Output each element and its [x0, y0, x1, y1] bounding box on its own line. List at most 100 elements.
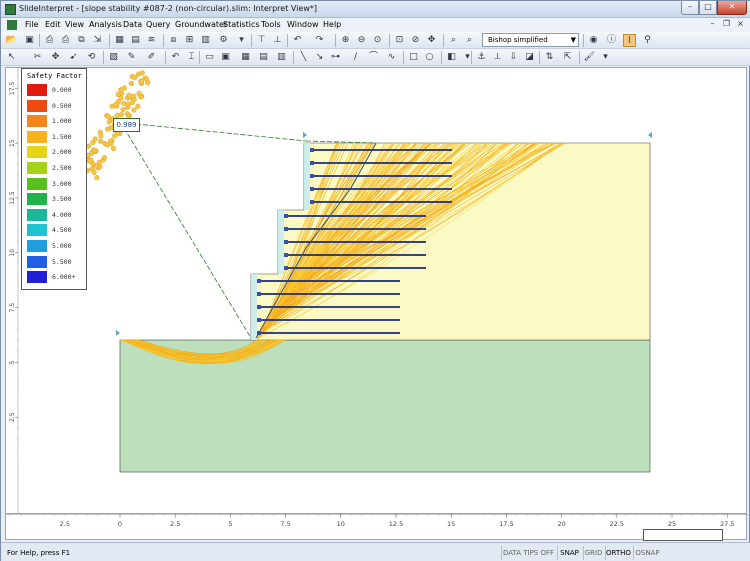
zoom-in-icon[interactable]: ⊕ — [339, 34, 352, 47]
fill-icon[interactable]: ◧ — [445, 51, 458, 64]
zoom-previous-icon[interactable]: ⊘ — [409, 34, 422, 47]
align-bottom-icon[interactable]: ⊥ — [271, 34, 284, 47]
dimension-icon[interactable]: ⊶ — [329, 51, 342, 64]
region-icon[interactable]: ◪ — [523, 51, 536, 64]
table-icon[interactable]: ▥ — [199, 34, 212, 47]
move-icon[interactable]: ✥ — [49, 51, 62, 64]
status-grid-toggle[interactable]: GRID — [583, 546, 603, 560]
menu-edit[interactable]: Edit — [45, 20, 61, 29]
menu-data[interactable]: Data — [123, 20, 142, 29]
legend-entry: 6.000+ — [27, 271, 87, 284]
mdi-minimize-button[interactable]: – — [707, 19, 718, 30]
polyline-icon[interactable]: ∕ — [349, 51, 362, 64]
menu-analysis[interactable]: Analysis — [89, 20, 122, 29]
undo-edit-icon[interactable]: ↶ — [169, 51, 182, 64]
pointer-icon[interactable]: ➹ — [67, 51, 80, 64]
chart-icon[interactable]: ▤ — [129, 34, 142, 47]
flip-icon[interactable]: ⇅ — [543, 51, 556, 64]
open-icon[interactable]: 📂 — [5, 34, 18, 47]
zoom-window-icon[interactable]: ⊡ — [393, 34, 406, 47]
maximize-button[interactable]: □ — [699, 1, 717, 15]
slip-surfaces-icon[interactable]: ⌇ — [623, 34, 636, 47]
mdi-close-button[interactable]: × — [735, 19, 746, 30]
pan-icon[interactable]: ✥ — [425, 34, 438, 47]
query-icon[interactable]: ⌕ — [447, 34, 460, 47]
legend-swatch — [27, 255, 47, 268]
legend-entry: 4.000 — [27, 208, 87, 221]
table-view-icon[interactable]: ▦ — [239, 51, 252, 64]
menu-file[interactable]: File — [25, 20, 38, 29]
menu-statistics[interactable]: Statistics — [223, 20, 260, 29]
load-icon[interactable]: ⇩ — [507, 51, 520, 64]
frame-icon[interactable]: ▭ — [203, 51, 216, 64]
ellipse-icon[interactable]: ○ — [423, 51, 436, 64]
document-icon[interactable] — [7, 20, 17, 30]
rectangle-icon[interactable]: □ — [407, 51, 420, 64]
close-button[interactable]: ✕ — [717, 1, 747, 15]
scissors-icon[interactable]: ✂ — [31, 51, 44, 64]
toolbar-separator — [293, 51, 294, 64]
settings-icon[interactable]: ⚙ — [217, 34, 230, 47]
legend-label: 4.000 — [52, 210, 72, 219]
pen-icon[interactable]: ✐ — [145, 51, 158, 64]
export-image-icon[interactable]: ⇱ — [561, 51, 574, 64]
chevron-down-icon[interactable]: ▾ — [461, 51, 474, 64]
curve-icon[interactable]: ∿ — [385, 51, 398, 64]
properties-icon[interactable]: ⊞ — [183, 34, 196, 47]
drawing-canvas[interactable]: 2.5 5 7.5 10 12.5 15 17.5 Safety Factor … — [5, 67, 747, 514]
arc-icon[interactable]: ⌒ — [367, 51, 380, 64]
anchor-icon[interactable]: ⚓ — [475, 51, 488, 64]
print-icon[interactable]: ⎙ — [59, 34, 72, 47]
menu-query[interactable]: Query — [146, 20, 170, 29]
x-tick-label: 10 — [337, 520, 345, 528]
layers-icon[interactable]: ⧈ — [167, 34, 180, 47]
slip-center — [101, 154, 108, 161]
contour-icon[interactable]: ≋ — [145, 34, 158, 47]
line-icon[interactable]: ╲ — [297, 51, 310, 64]
menu-window[interactable]: Window — [287, 20, 319, 29]
info-icon[interactable]: ⓘ — [605, 34, 618, 47]
chevron-down-icon[interactable]: ▾ — [599, 51, 612, 64]
legend-title: Safety Factor — [27, 72, 82, 80]
align-top-icon[interactable]: ⊤ — [255, 34, 268, 47]
undo-icon[interactable]: ↶ — [291, 34, 304, 47]
edit-icon[interactable]: ✎ — [125, 51, 138, 64]
brush-icon[interactable]: 🖌 — [583, 51, 596, 64]
search-icon[interactable]: ⌕ — [463, 34, 476, 47]
compute-icon[interactable]: ◉ — [587, 34, 600, 47]
zoom-out-icon[interactable]: ⊖ — [355, 34, 368, 47]
menu-groundwater[interactable]: Groundwater — [175, 20, 227, 29]
copy-icon[interactable]: ⧉ — [75, 34, 88, 47]
redo-icon[interactable]: ↷ — [313, 34, 326, 47]
dropdown-icon[interactable]: ▾ — [235, 34, 248, 47]
print-preview-icon[interactable]: ⎙ — [43, 34, 56, 47]
support-icon[interactable]: ⟂ — [491, 51, 504, 64]
minimize-button[interactable]: – — [681, 1, 699, 15]
nail-head — [284, 266, 288, 270]
status-snap-toggle[interactable]: SNAP — [557, 546, 581, 560]
status-data-tips-off-toggle[interactable]: DATA TIPS OFF — [501, 546, 555, 560]
box-icon[interactable]: ▣ — [219, 51, 232, 64]
sheet-icon[interactable]: ▥ — [275, 51, 288, 64]
arrow-icon[interactable]: ↘ — [313, 51, 326, 64]
nail-head — [284, 227, 288, 231]
select-icon[interactable]: ↖ — [5, 51, 18, 64]
grid-icon[interactable]: ▦ — [113, 34, 126, 47]
mdi-restore-button[interactable]: ❐ — [721, 19, 732, 30]
rotate-icon[interactable]: ⟲ — [85, 51, 98, 64]
menu-help[interactable]: Help — [323, 20, 341, 29]
status-osnap-toggle[interactable]: OSNAP — [633, 546, 661, 560]
highlight-icon[interactable]: ▧ — [107, 51, 120, 64]
menu-bar: File Edit View Analysis Data Query Groun… — [1, 18, 750, 32]
zoom-extents-icon[interactable]: ⊙ — [371, 34, 384, 47]
analysis-method-select[interactable]: Bishop simplified ▼ — [482, 33, 579, 47]
text-icon[interactable]: ⌶ — [185, 51, 198, 64]
menu-tools[interactable]: Tools — [261, 20, 281, 29]
menu-view[interactable]: View — [65, 20, 84, 29]
factor-of-safety-label[interactable]: 0.989 — [113, 118, 140, 132]
export-icon[interactable]: ⇲ — [91, 34, 104, 47]
status-ortho-toggle[interactable]: ORTHO — [605, 546, 631, 560]
list-icon[interactable]: ▤ — [257, 51, 270, 64]
save-icon[interactable]: ▣ — [23, 34, 36, 47]
pin-icon[interactable]: ⚲ — [641, 34, 654, 47]
